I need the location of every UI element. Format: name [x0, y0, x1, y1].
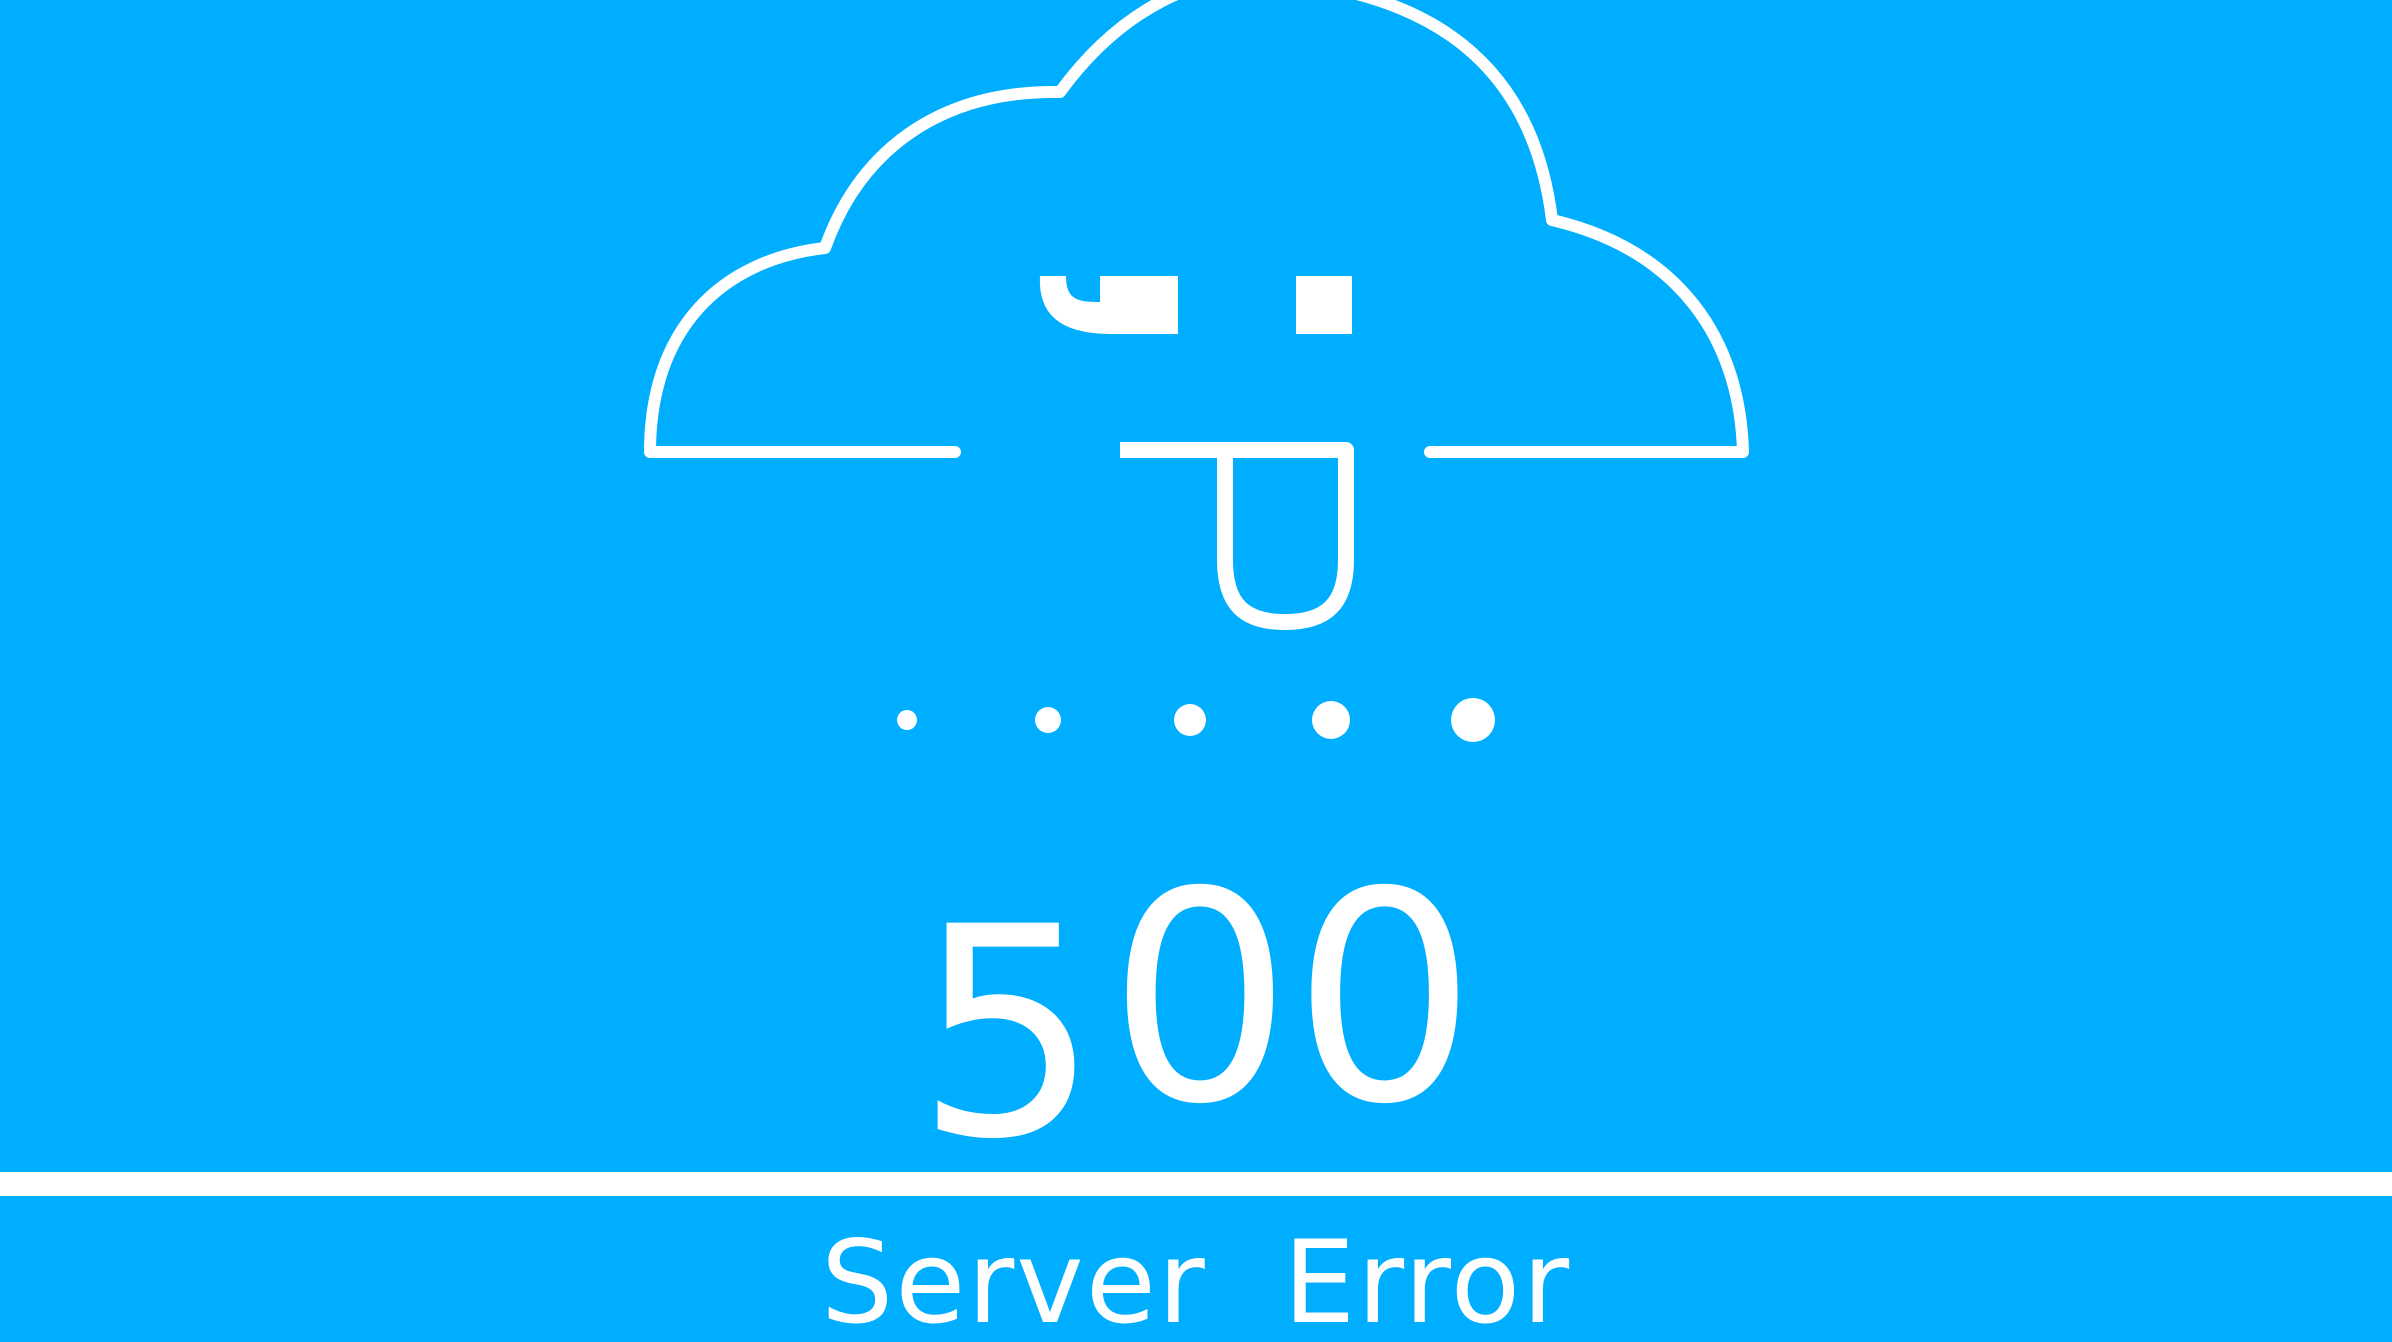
error-message: Server Error	[820, 1216, 1572, 1342]
error-code-first-digit: 5	[915, 866, 1100, 1203]
loading-dot-icon	[1035, 707, 1061, 733]
error-page: 500 Server Error	[0, 0, 2392, 1342]
loading-dot-icon	[1174, 704, 1206, 736]
error-code: 500	[0, 831, 2392, 1180]
ground-divider	[0, 1172, 2392, 1196]
wink-eye-icon	[1039, 276, 1178, 334]
loading-dot-icon	[1451, 698, 1495, 742]
cloud-icon	[644, 0, 1749, 458]
tongue-icon	[1120, 442, 1354, 630]
loading-dot-icon	[1312, 701, 1350, 739]
loading-dot-icon	[897, 710, 917, 730]
error-code-rest: 00	[1107, 831, 1477, 1168]
eye-icon	[1296, 276, 1352, 334]
illustration	[644, 0, 1749, 742]
